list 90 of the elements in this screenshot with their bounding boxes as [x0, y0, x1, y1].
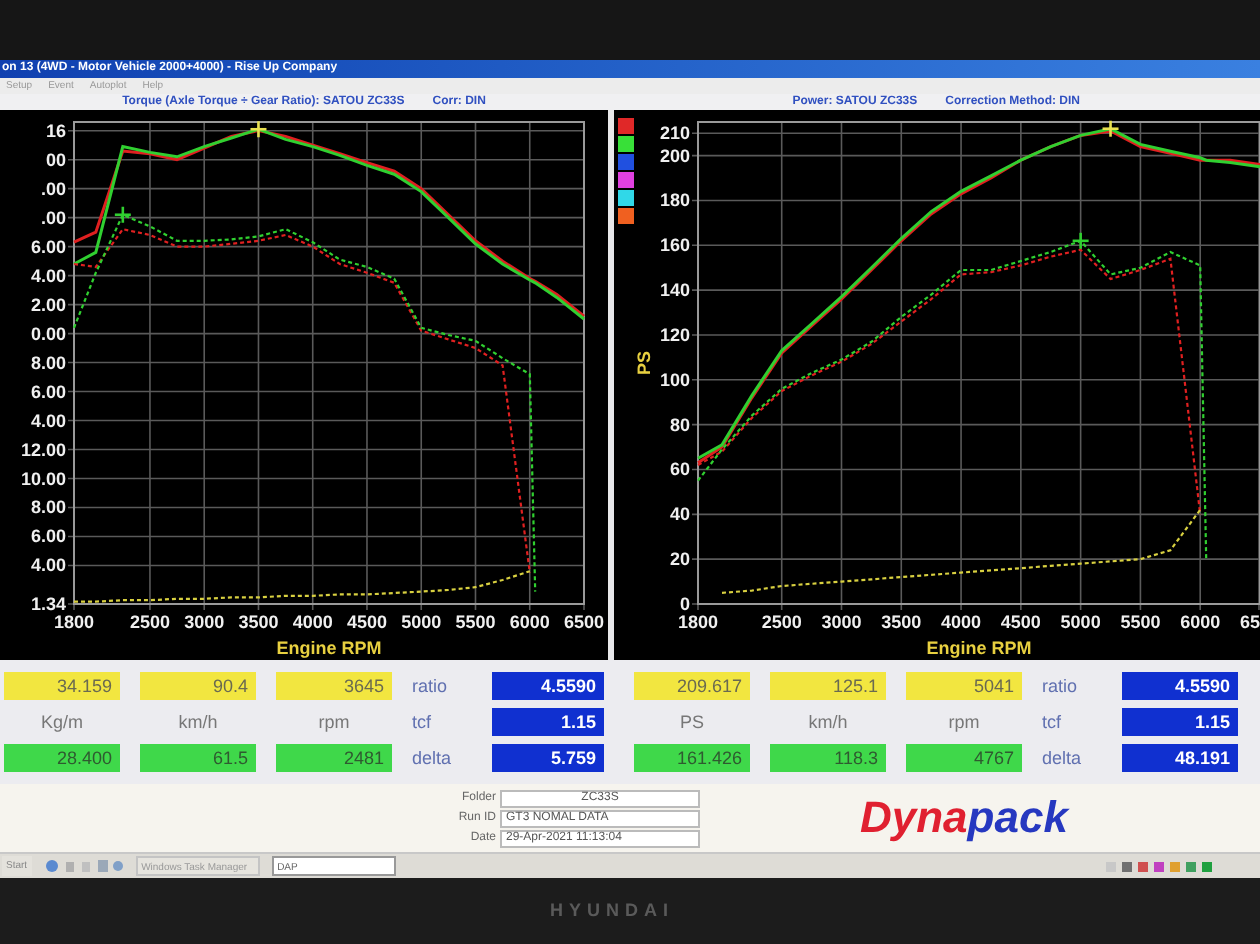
peak-value: 34.159	[4, 672, 120, 700]
parameter-value: 1.15	[492, 708, 604, 736]
monitor-brand: HYUNDAI	[550, 897, 675, 924]
quick-launch-icons-drawing[interactable]	[43, 858, 124, 874]
axis-tick-label: 2.00	[30, 294, 66, 315]
brand-logo: Dynapack	[860, 792, 1068, 844]
peak-marker-icon	[114, 206, 131, 223]
axis-tick-label: 60	[669, 459, 690, 480]
axis-tick-label: 6000	[1180, 612, 1221, 632]
axis-tick-label: .00	[40, 178, 66, 199]
peak-value: 209.617	[634, 672, 750, 700]
axis-tick-label: 8.00	[30, 352, 66, 373]
axis-tick-label: 00	[45, 149, 66, 170]
parameter-value: 48.191	[1122, 744, 1238, 772]
axis-title: Engine RPM	[926, 638, 1032, 658]
axis-tick-label: 200	[659, 145, 690, 166]
parameter-label: ratio	[1042, 674, 1080, 700]
axis-tick-label: 6500	[563, 612, 605, 632]
axis-title: PS	[636, 351, 654, 375]
axis-tick-label: 0	[679, 594, 690, 614]
axis-tick-label: 3000	[821, 612, 862, 632]
peak-value: 3645	[276, 672, 392, 700]
current-value: 4767	[906, 744, 1022, 772]
current-value: 2481	[276, 744, 392, 772]
parameter-label: delta	[412, 746, 454, 772]
current-value: 61.5	[140, 744, 256, 772]
axis-tick-label: 180	[659, 190, 690, 211]
axis-tick-label: 1800	[677, 612, 719, 632]
unit-label: rpm	[946, 710, 982, 736]
axis-tick-label: 16	[45, 120, 66, 141]
axis-tick-label: 4000	[292, 612, 333, 632]
axis-tick-label: 120	[659, 325, 690, 345]
unit-label: rpm	[316, 710, 352, 736]
axis-tick-label: 2500	[761, 612, 802, 632]
axis-tick-label: 1800	[53, 612, 95, 632]
axis-tick-label: 5000	[1060, 612, 1101, 632]
peak-value: 125.1	[770, 672, 886, 700]
current-value: 118.3	[770, 744, 886, 772]
axis-tick-label: 5500	[455, 612, 496, 632]
axis-tick-label: 10.00	[20, 468, 66, 489]
unit-label: PS	[677, 710, 706, 736]
axis-tick-label: 12.00	[20, 439, 66, 460]
axis-tick-label: 80	[669, 414, 690, 435]
peak-marker-icon	[1102, 120, 1119, 137]
peak-marker-icon	[250, 121, 267, 138]
axis-tick-label: 4000	[941, 612, 982, 632]
current-value: 28.400	[4, 744, 120, 772]
parameter-value: 1.15	[1122, 708, 1238, 736]
parameter-value: 4.5590	[1122, 672, 1238, 700]
peak-value: 90.4	[140, 672, 256, 700]
axis-tick-label: 160	[659, 235, 690, 256]
axis-tick-label: 4.00	[30, 555, 66, 576]
unit-label: km/h	[806, 710, 850, 736]
axis-tick-label: 6.00	[30, 236, 66, 257]
parameter-label: tcf	[412, 710, 434, 736]
axis-tick-label: 0.00	[30, 323, 66, 344]
parameter-label: delta	[1042, 746, 1084, 772]
parameter-label: ratio	[412, 674, 450, 700]
axis-tick-label: 2500	[129, 612, 170, 632]
axis-tick-label: 140	[659, 280, 690, 301]
tray-icons-drawing	[1106, 859, 1218, 873]
parameter-label: tcf	[1042, 710, 1064, 736]
axis-tick-label: 4.00	[30, 410, 66, 431]
peak-marker-icon	[1072, 232, 1089, 249]
axis-tick-label: 1.34	[30, 594, 66, 614]
axis-tick-label: 40	[669, 504, 690, 525]
axis-tick-label: 5000	[401, 612, 442, 632]
axis-tick-label: 20	[669, 549, 690, 570]
axis-tick-label: 100	[659, 369, 690, 390]
axis-tick-label: 5500	[1120, 612, 1161, 632]
axis-tick-label: 4500	[346, 612, 387, 632]
axis-tick-label: 210	[659, 123, 690, 144]
axis-tick-label: 4.00	[30, 265, 66, 286]
axis-tick-label: 65	[1239, 612, 1260, 632]
peak-value: 5041	[906, 672, 1022, 700]
axis-title: Engine RPM	[276, 638, 382, 658]
current-value: 161.426	[634, 744, 750, 772]
parameter-value: 5.759	[492, 744, 604, 772]
axis-tick-label: .00	[40, 207, 66, 228]
axis-tick-label: 6000	[509, 612, 550, 632]
unit-label: Kg/m	[38, 710, 85, 736]
axis-tick-label: 6.00	[30, 381, 66, 402]
parameter-value: 4.5590	[492, 672, 604, 700]
axis-tick-label: 3500	[238, 612, 279, 632]
axis-tick-label: 3000	[184, 612, 225, 632]
axis-tick-label: 8.00	[30, 497, 66, 518]
unit-label: km/h	[176, 710, 220, 736]
axis-tick-label: 6.00	[30, 526, 66, 547]
axis-tick-label: 4500	[1000, 612, 1041, 632]
axis-tick-label: 3500	[881, 612, 922, 632]
